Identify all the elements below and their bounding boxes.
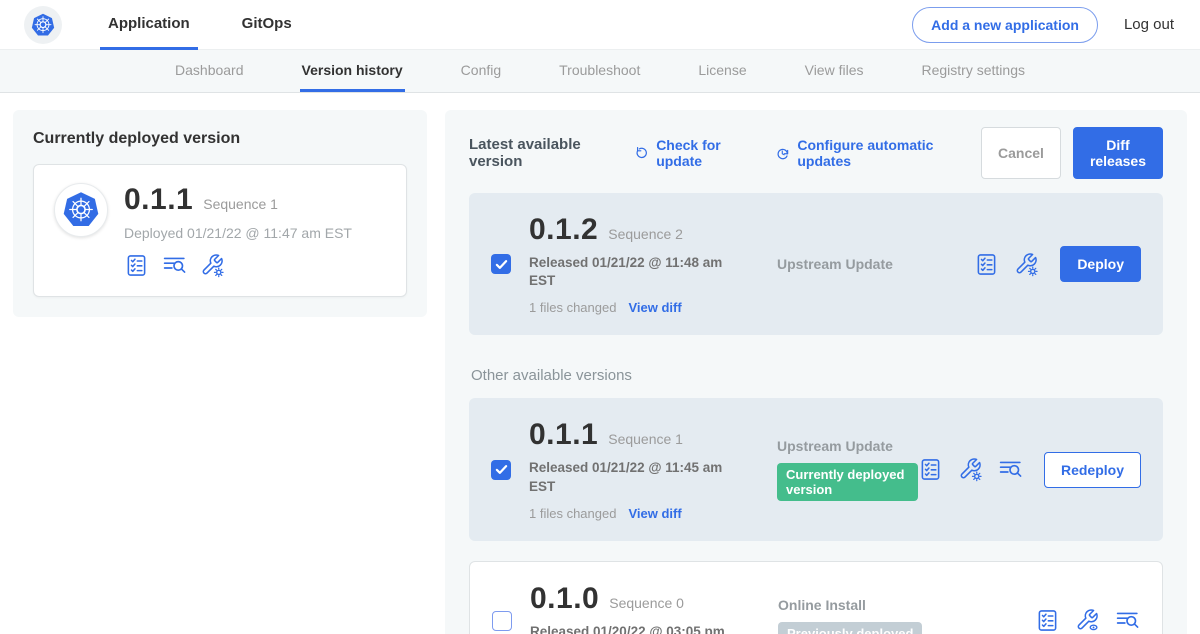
deployed-sequence: Sequence 1 [203, 196, 278, 212]
deploy-logs-icon[interactable] [1115, 608, 1140, 633]
edit-config-icon[interactable] [1014, 252, 1039, 277]
other-versions-title: Other available versions [471, 367, 1163, 384]
tab-version-history[interactable]: Version history [300, 50, 405, 92]
tab-troubleshoot[interactable]: Troubleshoot [557, 50, 642, 92]
version-released: Released 01/21/22 @ 11:48 am EST [529, 254, 725, 290]
files-changed-label: 1 files changed [529, 506, 616, 521]
tab-config[interactable]: Config [459, 50, 503, 92]
version-number: 0.1.0 [530, 582, 599, 616]
version-actions: Redeploy [918, 452, 1141, 488]
cancel-button[interactable]: Cancel [981, 127, 1061, 179]
check-for-update-label: Check for update [656, 137, 749, 169]
version-checkbox[interactable] [492, 611, 512, 631]
deploy-logs-icon[interactable] [162, 253, 187, 278]
deployed-version-number: 0.1.1 [124, 183, 193, 217]
tab-application[interactable]: Application [100, 0, 198, 50]
version-row-0-1-2: 0.1.2 Sequence 2 Released 01/21/22 @ 11:… [469, 193, 1163, 335]
view-config-icon[interactable] [1075, 608, 1100, 633]
top-navbar: Application GitOps Add a new application… [0, 0, 1200, 50]
version-info: 0.1.0 Sequence 0 Released 01/20/22 @ 03:… [530, 582, 726, 634]
app-subnav: Dashboard Version history Config Trouble… [0, 50, 1200, 93]
refresh-icon [634, 144, 649, 163]
edit-config-icon[interactable] [200, 253, 225, 278]
files-changed-label: 1 files changed [529, 300, 616, 315]
version-released: Released 01/21/22 @ 11:45 am EST [529, 459, 725, 495]
edit-config-icon[interactable] [958, 457, 983, 482]
version-sequence: Sequence 1 [608, 431, 683, 447]
version-source: Online Install Previously deployed [726, 597, 1035, 634]
version-row-0-1-1: 0.1.1 Sequence 1 Released 01/21/22 @ 11:… [469, 398, 1163, 540]
preflight-checklist-icon[interactable] [1035, 608, 1060, 633]
tab-dashboard[interactable]: Dashboard [173, 50, 246, 92]
version-source-label: Online Install [778, 597, 866, 613]
currently-deployed-card: 0.1.1 Sequence 1 Deployed 01/21/22 @ 11:… [33, 164, 407, 297]
deployed-timestamp: Deployed 01/21/22 @ 11:47 am EST [124, 225, 352, 241]
previously-deployed-badge: Previously deployed [778, 622, 922, 634]
kubernetes-logo-icon [26, 8, 60, 42]
tab-registry-settings[interactable]: Registry settings [920, 50, 1027, 92]
check-icon [495, 258, 508, 271]
check-icon [495, 463, 508, 476]
version-sequence: Sequence 2 [608, 226, 683, 242]
version-source-label: Upstream Update [777, 438, 893, 454]
diff-releases-button[interactable]: Diff releases [1073, 127, 1163, 179]
view-diff-link[interactable]: View diff [628, 506, 681, 521]
version-checkbox[interactable] [491, 254, 511, 274]
topnav-tabs: Application GitOps [100, 0, 300, 49]
app-avatar [54, 183, 108, 237]
version-number: 0.1.1 [529, 418, 598, 452]
check-for-update-link[interactable]: Check for update [634, 137, 749, 169]
preflight-checklist-icon[interactable] [974, 252, 999, 277]
topnav-right: Add a new application Log out [912, 0, 1174, 49]
tab-license[interactable]: License [696, 50, 748, 92]
deploy-button[interactable]: Deploy [1060, 246, 1141, 282]
version-history-panel: Latest available version Check for updat… [445, 110, 1187, 634]
version-released: Released 01/20/22 @ 03:05 pm EST [530, 623, 726, 634]
preflight-checklist-icon[interactable] [124, 253, 149, 278]
deployed-info: 0.1.1 Sequence 1 Deployed 01/21/22 @ 11:… [124, 183, 352, 278]
version-actions [1035, 608, 1140, 633]
main-content: Currently deployed version 0.1.1 Sequenc… [0, 93, 1200, 634]
preflight-checklist-icon[interactable] [918, 457, 943, 482]
version-sequence: Sequence 0 [609, 595, 684, 611]
latest-version-header: Latest available version Check for updat… [469, 127, 1163, 179]
version-info: 0.1.1 Sequence 1 Released 01/21/22 @ 11:… [529, 418, 725, 520]
tab-view-files[interactable]: View files [803, 50, 866, 92]
currently-deployed-panel: Currently deployed version 0.1.1 Sequenc… [13, 110, 427, 317]
kubernetes-logo-icon [57, 186, 105, 234]
version-source: Upstream Update Currently deployed versi… [725, 438, 918, 501]
version-source-label: Upstream Update [777, 256, 893, 272]
currently-deployed-badge: Currently deployed version [777, 463, 918, 501]
currently-deployed-title: Currently deployed version [33, 130, 407, 148]
version-actions: Deploy [974, 246, 1141, 282]
latest-version-title: Latest available version [469, 136, 608, 170]
app-logo[interactable] [24, 0, 62, 49]
tab-gitops[interactable]: GitOps [234, 0, 300, 50]
add-new-application-button[interactable]: Add a new application [912, 7, 1098, 43]
redeploy-button[interactable]: Redeploy [1044, 452, 1141, 488]
deploy-logs-icon[interactable] [998, 457, 1023, 482]
version-row-0-1-0: 0.1.0 Sequence 0 Released 01/20/22 @ 03:… [469, 561, 1163, 634]
version-number: 0.1.2 [529, 213, 598, 247]
view-diff-link[interactable]: View diff [628, 300, 681, 315]
version-info: 0.1.2 Sequence 2 Released 01/21/22 @ 11:… [529, 213, 725, 315]
version-source: Upstream Update [725, 256, 974, 272]
scheduled-update-icon [775, 144, 790, 163]
configure-automatic-updates-label: Configure automatic updates [797, 137, 955, 169]
version-checkbox[interactable] [491, 460, 511, 480]
logout-button[interactable]: Log out [1124, 16, 1174, 33]
configure-automatic-updates-link[interactable]: Configure automatic updates [775, 137, 955, 169]
